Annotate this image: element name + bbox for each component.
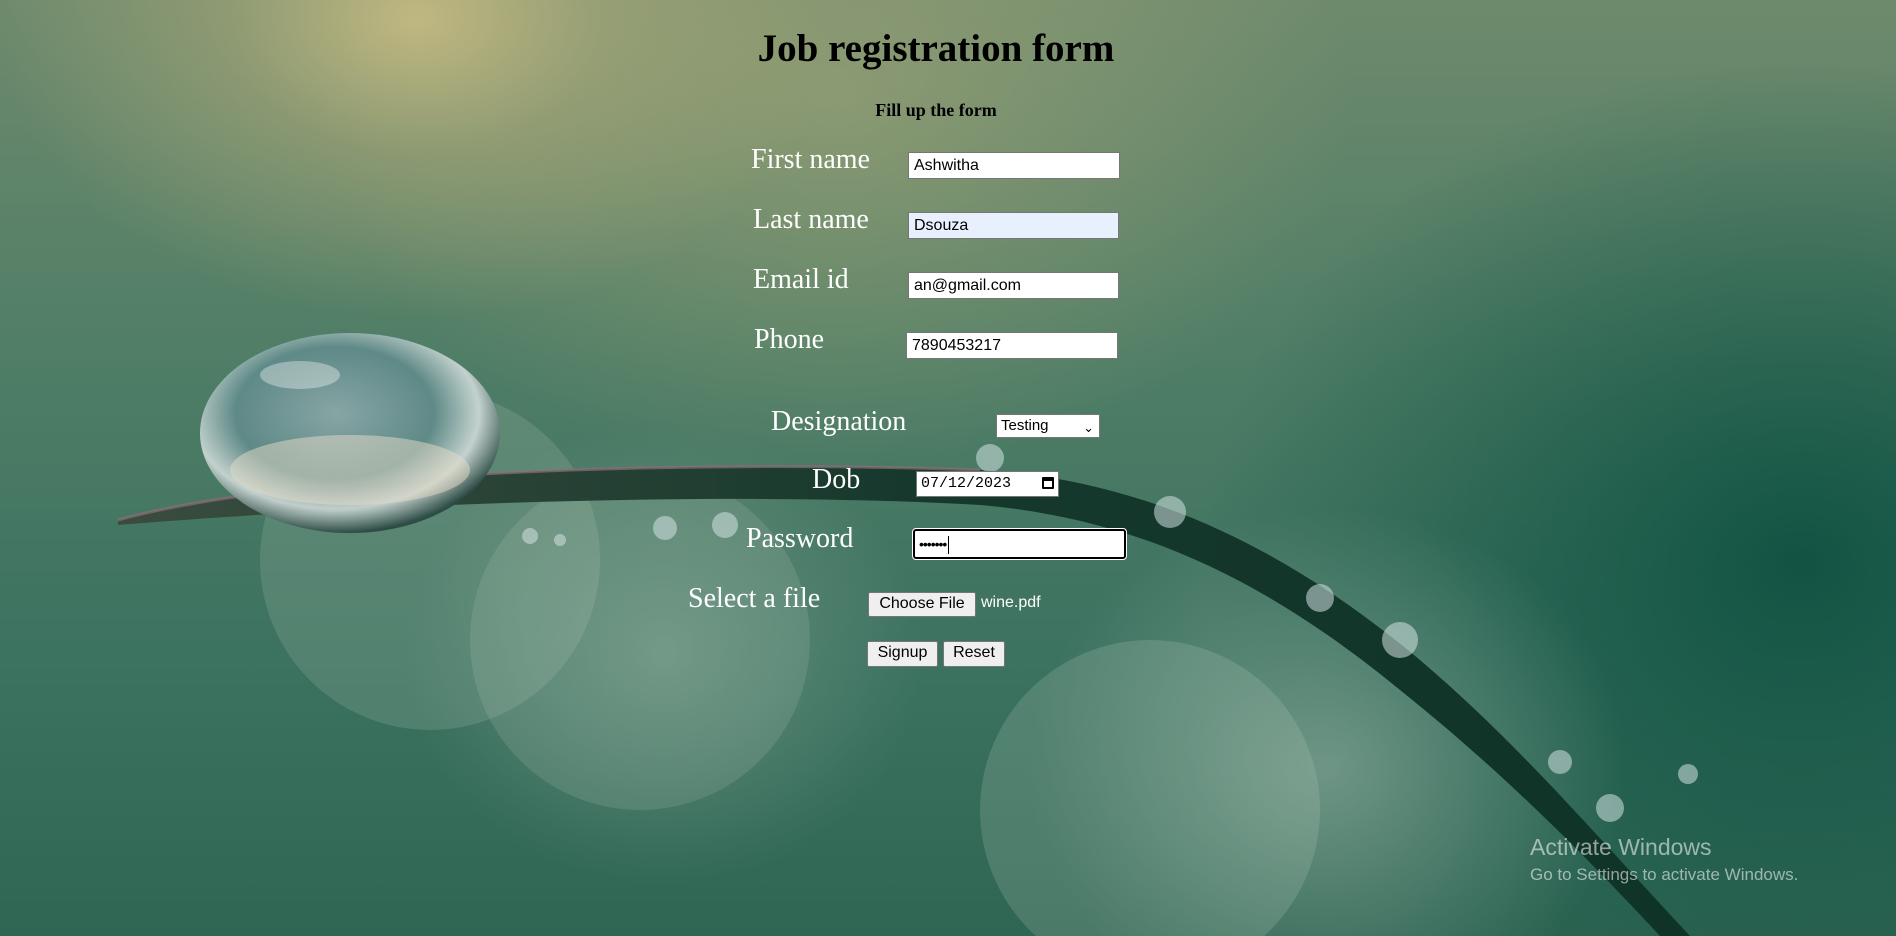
designation-select[interactable]: Testing ⌄ — [996, 414, 1100, 438]
last-name-input[interactable]: Dsouza — [908, 212, 1119, 239]
watermark-title: Activate Windows — [1530, 834, 1712, 860]
phone-input[interactable]: 7890453217 — [906, 332, 1118, 359]
dob-value: 07/12/2023 — [921, 475, 1012, 492]
reset-button[interactable]: Reset — [943, 641, 1005, 667]
password-label: Password — [746, 523, 854, 554]
signup-button[interactable]: Signup — [867, 641, 938, 667]
watermark-subtitle: Go to Settings to activate Windows. — [1530, 865, 1799, 884]
last-name-label: Last name — [753, 204, 869, 235]
select-file-label: Select a file — [688, 583, 821, 614]
email-label: Email id — [753, 264, 849, 295]
email-input[interactable]: an@gmail.com — [908, 272, 1119, 299]
phone-label: Phone — [754, 324, 824, 355]
designation-label: Designation — [771, 406, 907, 437]
dob-label: Dob — [812, 464, 861, 495]
first-name-input[interactable]: Ashwitha — [908, 152, 1120, 179]
form-subtitle: Fill up the form — [875, 100, 997, 120]
dob-date-input[interactable]: 07/12/2023 — [916, 471, 1059, 497]
password-masked-value: ••••••• — [919, 536, 947, 552]
first-name-label: First name — [751, 144, 870, 175]
selected-file-name: wine.pdf — [981, 594, 1041, 611]
activate-windows-watermark: Activate Windows Go to Settings to activ… — [1530, 834, 1798, 885]
choose-file-button[interactable]: Choose File — [868, 592, 976, 617]
chevron-down-icon: ⌄ — [1083, 420, 1094, 435]
page-title: Job registration form — [757, 27, 1115, 70]
text-caret — [948, 536, 950, 555]
calendar-icon[interactable] — [1042, 477, 1054, 489]
background-image — [117, 333, 1698, 936]
designation-selected-value: Testing — [1001, 417, 1049, 434]
password-input[interactable]: ••••••• — [912, 528, 1127, 560]
